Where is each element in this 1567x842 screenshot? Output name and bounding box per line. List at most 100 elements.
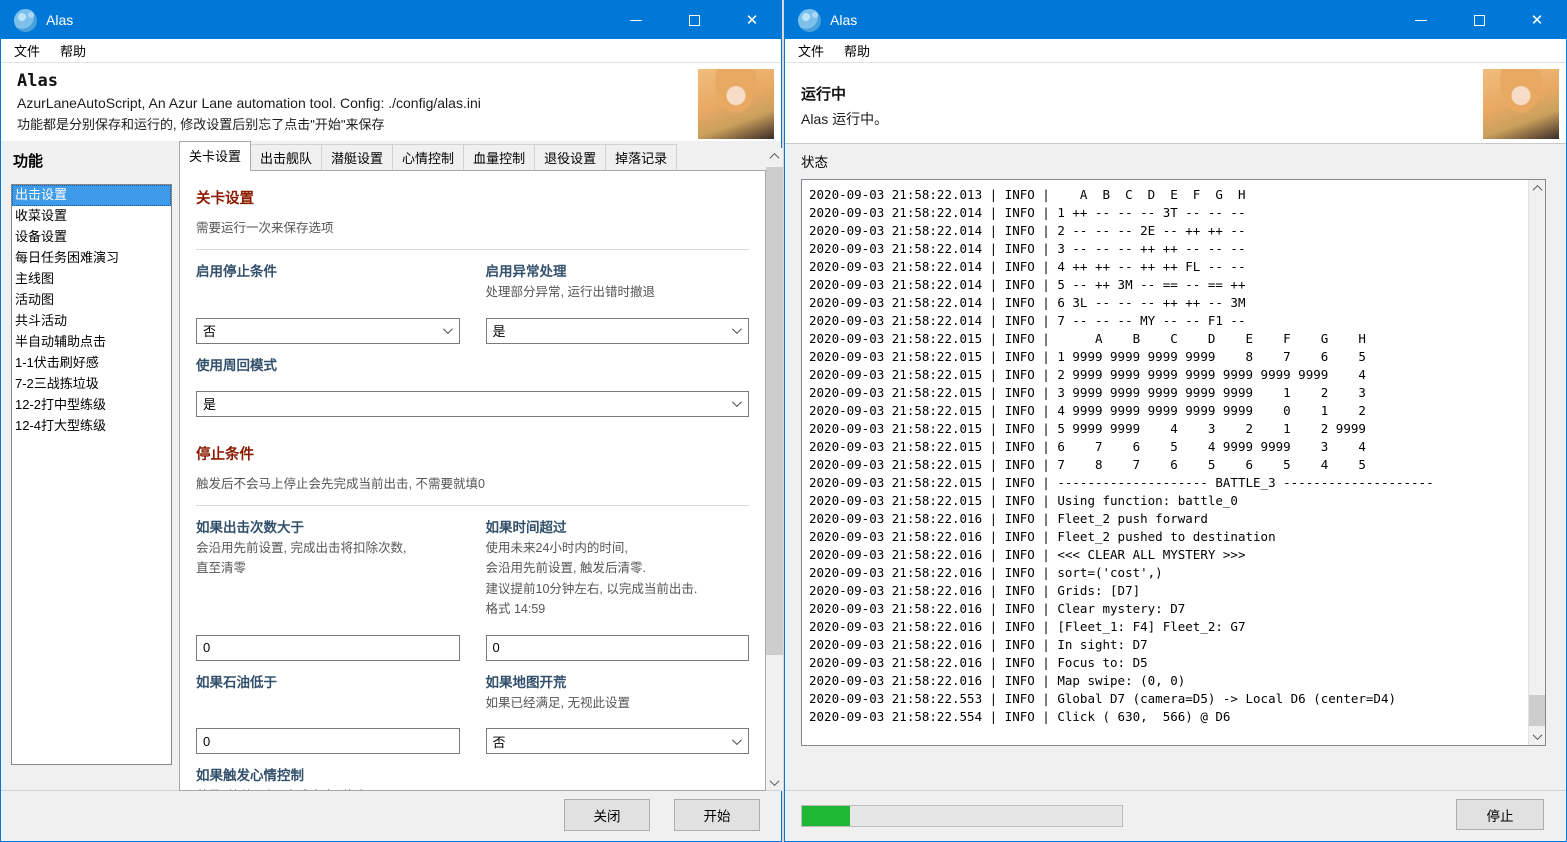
- log-scrollbar[interactable]: [1528, 180, 1545, 745]
- select-dropdown[interactable]: 是: [485, 317, 749, 344]
- menu-item[interactable]: 文件: [4, 38, 50, 63]
- chevron-down-icon: [442, 324, 453, 335]
- minimize-button[interactable]: [1392, 1, 1450, 39]
- log-line: 2020-09-03 21:58:22.014 | INFO | 3 -- --…: [809, 241, 1246, 256]
- sidebar-item[interactable]: 共斗活动: [12, 311, 171, 332]
- sidebar-item[interactable]: 12-2打中型练级: [12, 395, 171, 416]
- sidebar-item[interactable]: 主线图: [12, 269, 171, 290]
- field-label: 使用周回模式: [196, 357, 277, 373]
- start-button[interactable]: 开始: [674, 799, 760, 831]
- scroll-down-icon[interactable]: [766, 774, 783, 791]
- log-line: 2020-09-03 21:58:22.015 | INFO | A B C D…: [809, 331, 1366, 346]
- minimize-icon: [630, 19, 642, 21]
- tab-3[interactable]: 心情控制: [392, 144, 465, 171]
- scroll-up-icon[interactable]: [1529, 180, 1545, 197]
- window-title: Alas: [46, 12, 74, 28]
- log-line: 2020-09-03 21:58:22.015 | INFO | 6 7 6 5…: [809, 439, 1366, 454]
- sidebar-item[interactable]: 活动图: [12, 290, 171, 311]
- field-help: 建议提前10分钟左右, 以完成当前出击.: [485, 581, 698, 596]
- scroll-up-icon[interactable]: [766, 148, 783, 165]
- text-input[interactable]: 0: [485, 634, 749, 661]
- log-line: 2020-09-03 21:58:22.014 | INFO | 7 -- --…: [809, 313, 1246, 328]
- chevron-down-icon: [731, 397, 742, 408]
- function-list[interactable]: 出击设置 收菜设置 设备设置 每日任务困难演习 主线图 活动图 共斗活动 半自动辅助点击 1-1…: [11, 184, 172, 765]
- text-input[interactable]: 0: [196, 634, 460, 661]
- sidebar-heading: 功能: [13, 153, 44, 170]
- scroll-down-icon[interactable]: [1529, 728, 1545, 745]
- section-title: 关卡设置: [196, 191, 254, 207]
- field-help: 处理部分异常, 运行出错时撤退: [485, 285, 655, 299]
- log-panel: 2020-09-03 21:58:22.013 | INFO | A B C D…: [801, 179, 1546, 746]
- form-section: 停止条件 触发后不会马上停止会先完成当前出击, 不需要就填0 如果出击次数大于 会沿用…: [196, 443, 750, 790]
- sidebar-item[interactable]: 出击设置: [12, 185, 171, 206]
- tab-4[interactable]: 血量控制: [463, 144, 536, 171]
- log-line: 2020-09-03 21:58:22.015 | INFO | 7 8 7 6…: [809, 457, 1366, 472]
- log-line: 2020-09-03 21:58:22.016 | INFO | Focus t…: [809, 655, 1148, 670]
- window-config: Alas ✕ 文件 帮助 Alas AzurLaneAutoScript, An …: [0, 0, 783, 842]
- close-button[interactable]: ✕: [723, 1, 781, 39]
- avatar-image: [1483, 69, 1559, 139]
- minimize-button[interactable]: [607, 1, 665, 39]
- log-line: 2020-09-03 21:58:22.016 | INFO | In sigh…: [809, 637, 1148, 652]
- maximize-button[interactable]: [665, 1, 723, 39]
- form-row: 如果石油低于 0 如果地图开荒 如果已经满足, 无视此设置否: [196, 673, 750, 754]
- maximize-icon: [688, 14, 700, 26]
- field-help: 如果已经满足, 无视此设置: [485, 695, 630, 710]
- select-value: 是: [203, 397, 217, 412]
- log-line: 2020-09-03 21:58:22.014 | INFO | 5 -- ++…: [809, 277, 1246, 292]
- select-dropdown[interactable]: 否: [196, 317, 460, 344]
- tab-2[interactable]: 潜艇设置: [321, 144, 394, 171]
- log-line: 2020-09-03 21:58:22.554 | INFO | Click (…: [809, 709, 1231, 724]
- footer-bar: 停止: [785, 790, 1566, 841]
- log-line: 2020-09-03 21:58:22.016 | INFO | sort=('…: [809, 565, 1163, 580]
- log-line: 2020-09-03 21:58:22.016 | INFO | Fleet_2…: [809, 529, 1276, 544]
- scrollbar-thumb[interactable]: [766, 167, 783, 655]
- form-row: 如果出击次数大于 会沿用先前设置, 完成出击将扣除次数, 直至清零 0 如果时间超过 使用…: [196, 518, 749, 661]
- window-header: Alas AzurLaneAutoScript, An Azur Lane au…: [1, 63, 781, 141]
- form-field: 如果时间超过 使用未来24小时内的时间, 会沿用先前设置, 触发后清零. 建议提前10…: [485, 518, 749, 661]
- field-help: 直至清零: [196, 561, 247, 575]
- log-line: 2020-09-03 21:58:22.016 | INFO | [Fleet_…: [809, 619, 1246, 634]
- log-line: 2020-09-03 21:58:22.016 | INFO | Grids: …: [809, 583, 1141, 598]
- tab-1[interactable]: 出击舰队: [250, 144, 323, 171]
- tab-bar: 关卡设置 出击舰队 潜艇设置 心情控制 血量控制 退役设置 掉落记录: [179, 141, 678, 171]
- sidebar-item[interactable]: 半自动辅助点击: [12, 332, 171, 353]
- tab-0[interactable]: 关卡设置: [179, 141, 252, 171]
- maximize-button[interactable]: [1450, 1, 1508, 39]
- menu-item[interactable]: 文件: [788, 38, 834, 63]
- sidebar-item[interactable]: 设备设置: [12, 227, 171, 248]
- close-icon: ✕: [1530, 11, 1544, 29]
- sidebar-item[interactable]: 1-1伏击刷好感: [12, 353, 171, 374]
- form-row: 使用周回模式是: [196, 356, 749, 417]
- tab-5[interactable]: 退役设置: [534, 144, 607, 171]
- select-dropdown[interactable]: 是: [196, 390, 749, 417]
- close-config-button[interactable]: 关闭: [564, 799, 650, 831]
- menu-item[interactable]: 帮助: [50, 38, 96, 63]
- close-icon: ✕: [745, 11, 759, 29]
- menu-bar: 文件 帮助: [1, 39, 781, 63]
- scrollbar-thumb[interactable]: [1529, 695, 1545, 726]
- sidebar-item[interactable]: 每日任务困难演习: [12, 248, 171, 269]
- tab-6[interactable]: 掉落记录: [605, 144, 678, 171]
- stop-button[interactable]: 停止: [1456, 799, 1544, 830]
- sidebar-item[interactable]: 7-2三战拣垃圾: [12, 374, 171, 395]
- titlebar[interactable]: Alas ✕: [1, 1, 781, 39]
- form-field: 启用停止条件否: [196, 262, 460, 344]
- log-text[interactable]: 2020-09-03 21:58:22.013 | INFO | A B C D…: [802, 180, 1528, 745]
- sidebar-item[interactable]: 12-4打大型练级: [12, 416, 171, 437]
- settings-scrollbar[interactable]: [766, 148, 783, 791]
- close-button[interactable]: ✕: [1508, 1, 1566, 39]
- select-dropdown[interactable]: 否: [485, 728, 749, 754]
- menu-item[interactable]: 帮助: [834, 38, 880, 63]
- runner-body: 状态 2020-09-03 21:58:22.013 | INFO | A B …: [785, 144, 1566, 841]
- text-input[interactable]: 0: [196, 728, 460, 754]
- titlebar[interactable]: Alas ✕: [785, 1, 1566, 39]
- log-line: 2020-09-03 21:58:22.014 | INFO | 4 ++ ++…: [809, 259, 1246, 274]
- log-line: 2020-09-03 21:58:22.553 | INFO | Global …: [809, 691, 1396, 706]
- form-section: 关卡设置 需要运行一次来保存选项 启用停止条件否启用异常处理 处理部分异常, 运行出错…: [196, 187, 749, 417]
- sidebar-item[interactable]: 收菜设置: [12, 206, 171, 227]
- field-label: 如果地图开荒: [485, 674, 567, 690]
